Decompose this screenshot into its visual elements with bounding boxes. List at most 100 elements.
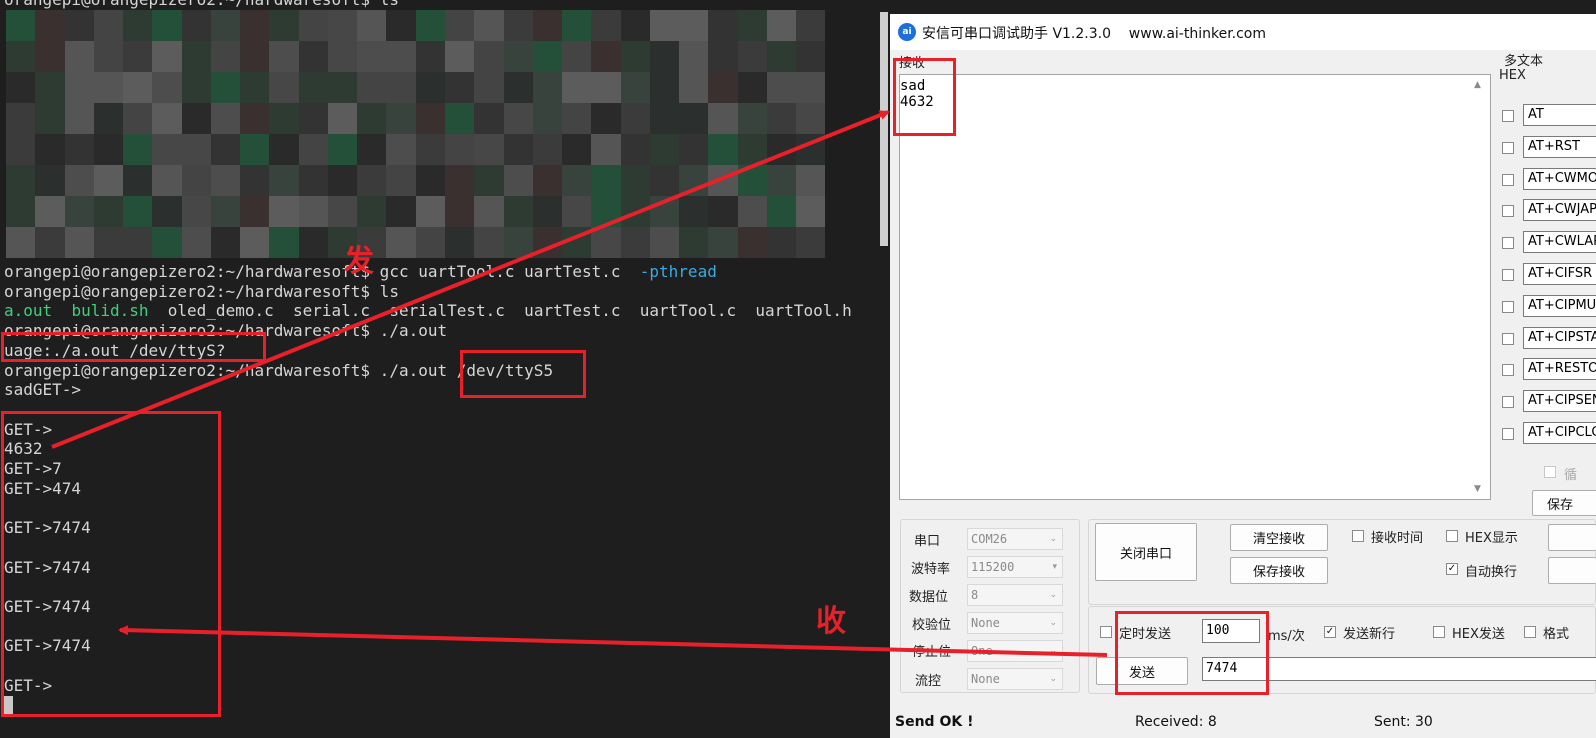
hex-send-checkbox[interactable]: [1433, 626, 1445, 638]
mosaic-tile: [620, 134, 650, 165]
command-field[interactable]: AT+CIPCLOSE: [1523, 422, 1596, 444]
mosaic-tile: [210, 134, 241, 165]
mosaic-tile: [679, 72, 709, 103]
receive-time-checkbox[interactable]: [1352, 530, 1364, 542]
send-ok-status: Send OK !: [895, 714, 974, 730]
mosaic-tile: [6, 72, 36, 103]
command-field[interactable]: AT+CWMODE: [1523, 167, 1596, 190]
mosaic-tile: [766, 41, 797, 72]
extra-button-2[interactable]: [1548, 557, 1596, 584]
format-label: 格式: [1543, 627, 1570, 642]
flow-control-select[interactable]: None ⌄: [967, 668, 1063, 690]
mosaic-tile: [240, 41, 270, 72]
baud-select[interactable]: 115200 ▾: [967, 556, 1063, 578]
terminal-line: a.out bulid.sh oled_demo.c serial.c seri…: [4, 301, 852, 321]
auto-wrap-checkbox[interactable]: ✓: [1446, 563, 1458, 575]
command-field[interactable]: AT+CWLAP: [1523, 231, 1596, 254]
mosaic-tile: [6, 134, 36, 165]
mosaic-tile: [474, 103, 504, 134]
command-checkbox[interactable]: [1502, 110, 1514, 122]
timed-send-checkbox[interactable]: [1100, 626, 1112, 638]
mosaic-tile: [6, 103, 36, 134]
stop-bits-select[interactable]: One ⌄: [967, 640, 1063, 662]
save-receive-button[interactable]: 保存接收: [1230, 557, 1328, 584]
mosaic-tile: [444, 10, 475, 41]
terminal-scrollbar[interactable]: [880, 12, 888, 246]
hex-column-label: HEX: [1499, 68, 1526, 83]
command-checkbox[interactable]: [1502, 269, 1514, 281]
mosaic-tile: [591, 134, 621, 165]
command-checkbox[interactable]: [1502, 364, 1514, 377]
save-right-button[interactable]: 保存: [1532, 490, 1596, 516]
command-field[interactable]: AT+CIPSTART: [1523, 326, 1596, 349]
mosaic-tile: [181, 134, 211, 165]
command-field[interactable]: AT+CIFSR: [1523, 263, 1596, 285]
mosaic-tile: [444, 103, 475, 134]
command-field[interactable]: AT+CIPMUX: [1523, 294, 1596, 317]
mosaic-tile: [386, 41, 416, 72]
chevron-down-icon: ⌄: [1049, 534, 1057, 544]
parity-select[interactable]: None ⌄: [967, 612, 1063, 634]
send-annotation-label: 发: [344, 244, 374, 279]
parity-value: None: [971, 616, 1000, 630]
command-row: AT+RST: [1496, 135, 1596, 160]
mosaic-tile: [737, 227, 767, 258]
mosaic-tile: [474, 10, 504, 41]
mosaic-tile: [620, 72, 650, 103]
command-field[interactable]: AT: [1523, 104, 1596, 126]
clear-receive-button[interactable]: 清空接收: [1230, 524, 1328, 551]
receive-textarea[interactable]: [899, 74, 1491, 500]
extra-button-1[interactable]: [1548, 524, 1596, 551]
command-field[interactable]: AT+RESTORE: [1523, 358, 1596, 381]
mosaic-tile: [415, 134, 445, 165]
data-bits-select[interactable]: 8 ⌄: [967, 584, 1063, 606]
mosaic-tile: [152, 196, 182, 227]
mosaic-tile: [64, 72, 94, 103]
send-newline-checkbox[interactable]: ✓: [1324, 626, 1336, 638]
loop-send-checkbox[interactable]: [1544, 466, 1556, 478]
command-checkbox[interactable]: [1502, 173, 1514, 186]
mosaic-tile: [386, 72, 416, 103]
mosaic-tile: [93, 103, 124, 134]
scroll-up-arrow-icon[interactable]: ▲: [1474, 80, 1481, 90]
scroll-down-arrow-icon[interactable]: ▼: [1474, 484, 1481, 494]
mosaic-tile: [210, 41, 241, 72]
command-checkbox[interactable]: [1502, 237, 1514, 250]
title-bar[interactable]: ai 安信可串口调试助手 V1.2.3.0 www.ai-thinker.com: [890, 14, 1596, 50]
format-checkbox[interactable]: [1524, 626, 1536, 638]
mosaic-tile: [796, 103, 826, 134]
mosaic-tile: [327, 103, 358, 134]
highlight-output-box: [1, 411, 221, 717]
mosaic-tile: [181, 227, 211, 258]
mosaic-tile: [766, 227, 797, 258]
command-field[interactable]: AT+CWJAP: [1523, 199, 1596, 222]
mosaic-tile: [679, 165, 709, 196]
command-checkbox[interactable]: [1502, 141, 1514, 154]
mosaic-tile: [93, 165, 124, 196]
command-checkbox[interactable]: [1502, 396, 1514, 409]
command-checkbox[interactable]: [1502, 205, 1514, 218]
mosaic-tile: [737, 165, 767, 196]
mosaic-tile: [532, 227, 563, 258]
command-checkbox[interactable]: [1502, 428, 1514, 440]
close-port-button[interactable]: 关闭串口: [1095, 523, 1197, 581]
receive-scrollbar[interactable]: ▲ ▼: [1468, 76, 1490, 498]
port-value: COM26: [971, 532, 1008, 546]
mosaic-tile: [327, 196, 358, 227]
command-checkbox[interactable]: [1502, 300, 1514, 313]
command-field[interactable]: AT+RST: [1523, 135, 1596, 158]
mosaic-tile: [6, 10, 36, 41]
command-checkbox[interactable]: [1502, 332, 1514, 345]
command-field[interactable]: AT+CIPSEND: [1523, 390, 1596, 413]
hex-send-label: HEX发送: [1452, 627, 1505, 642]
port-select[interactable]: COM26 ⌄: [967, 528, 1063, 550]
mosaic-tile: [327, 165, 358, 196]
auto-wrap-label: 自动换行: [1465, 565, 1518, 580]
sent-count: Sent: 30: [1374, 714, 1433, 730]
mosaic-tile: [123, 196, 153, 227]
mosaic-tile: [327, 41, 358, 72]
mosaic-tile: [152, 10, 182, 41]
mosaic-tile: [679, 41, 709, 72]
hex-display-checkbox[interactable]: [1446, 530, 1458, 542]
